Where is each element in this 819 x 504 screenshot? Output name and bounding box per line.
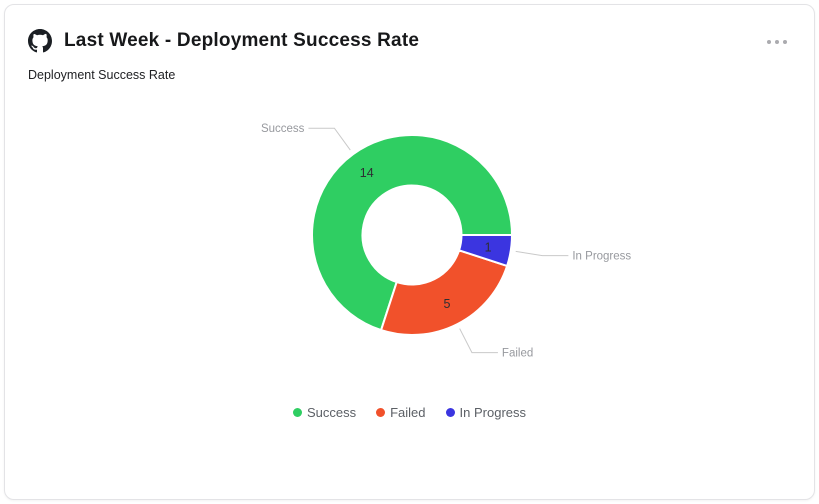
dashboard-card: Last Week - Deployment Success Rate Depl… — [4, 4, 815, 500]
legend-item-failed[interactable]: Failed — [376, 405, 425, 420]
chart-legend: Success Failed In Progress — [5, 405, 814, 420]
slice-label-in-progress: In Progress — [572, 251, 631, 263]
pie-slice-failed[interactable] — [381, 250, 507, 335]
slice-label-failed: Failed — [502, 348, 533, 360]
legend-swatch-failed — [376, 408, 385, 417]
github-icon — [28, 29, 52, 53]
legend-swatch-in-progress — [446, 408, 455, 417]
legend-label-success: Success — [307, 405, 356, 420]
more-options-button[interactable] — [764, 27, 790, 54]
ellipsis-icon — [766, 33, 788, 48]
label-line-success — [308, 128, 350, 150]
label-line-failed — [460, 329, 498, 353]
card-title: Last Week - Deployment Success Rate — [64, 30, 752, 52]
slice-label-success: Success — [261, 123, 305, 135]
label-line-in-progress — [516, 251, 569, 255]
legend-label-in-progress: In Progress — [460, 405, 526, 420]
legend-label-failed: Failed — [390, 405, 425, 420]
legend-item-in-progress[interactable]: In Progress — [446, 405, 526, 420]
legend-item-success[interactable]: Success — [293, 405, 356, 420]
card-header: Last Week - Deployment Success Rate — [5, 5, 814, 54]
legend-swatch-success — [293, 408, 302, 417]
chart-title: Deployment Success Rate — [28, 68, 814, 82]
